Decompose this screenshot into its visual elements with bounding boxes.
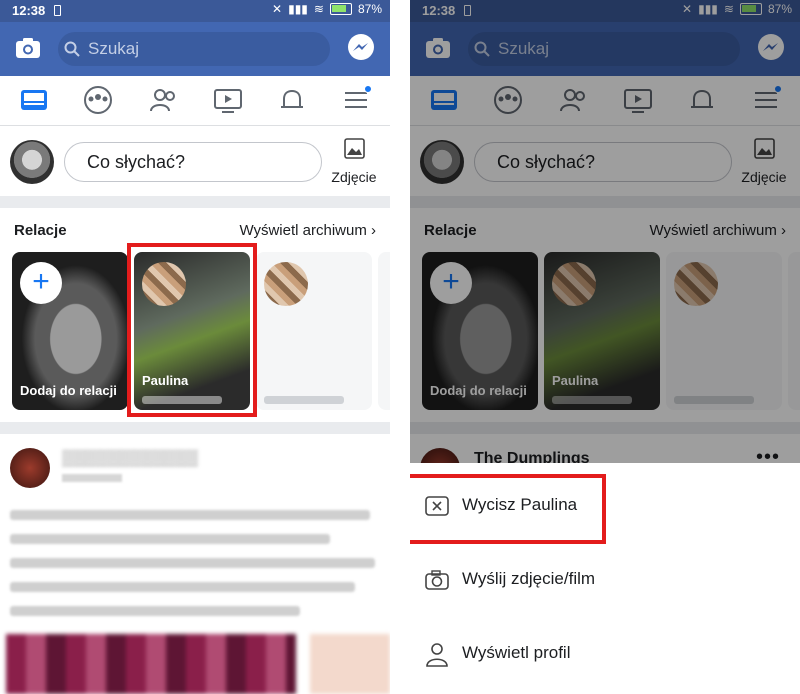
tab-menu[interactable] bbox=[340, 84, 372, 116]
left-screen: 12:38 ✕ ▮▮▮ ≋ 87% Szukaj Co słychać? Zdj… bbox=[0, 0, 390, 694]
add-story-card[interactable]: + Dodaj do relacji bbox=[12, 252, 128, 410]
photo-button[interactable]: Zdjęcie bbox=[326, 136, 382, 190]
post-text-blurred bbox=[10, 510, 370, 520]
post-text-blurred bbox=[10, 558, 375, 568]
search-icon bbox=[64, 41, 80, 57]
story-name-blurred bbox=[264, 396, 344, 404]
status-input[interactable]: Co słychać? bbox=[64, 142, 322, 182]
news-feed-icon bbox=[21, 90, 47, 110]
sim-icon bbox=[54, 5, 61, 16]
send-photo-item[interactable]: Wyślij zdjęcie/film bbox=[410, 551, 800, 611]
view-profile-item[interactable]: Wyświetl profil bbox=[410, 625, 800, 685]
separator bbox=[0, 422, 390, 434]
tab-notifications[interactable] bbox=[276, 84, 308, 116]
avatar[interactable] bbox=[10, 140, 54, 184]
bell-icon bbox=[281, 89, 303, 108]
watch-icon bbox=[214, 89, 242, 113]
divider-gap bbox=[390, 0, 410, 694]
highlight-box bbox=[410, 474, 606, 544]
post-text-blurred bbox=[10, 534, 330, 544]
tab-friends[interactable] bbox=[148, 84, 180, 116]
menu-badge bbox=[364, 85, 372, 93]
camera-icon[interactable] bbox=[14, 34, 42, 62]
separator bbox=[0, 196, 390, 208]
archive-label: Wyświetl archiwum bbox=[239, 222, 367, 239]
post-text-blurred bbox=[10, 606, 300, 616]
post-image-blurred[interactable] bbox=[310, 634, 390, 694]
camera-icon bbox=[425, 570, 449, 590]
post-title-blurred: ▒▒▒▒▒▒▒▒▒▒▒▒ bbox=[62, 450, 199, 467]
tab-groups[interactable] bbox=[82, 84, 114, 116]
stories-title: Relacje bbox=[14, 222, 67, 239]
feed-post: ▒▒▒▒▒▒▒▒▒▒▒▒ bbox=[0, 434, 390, 694]
search-placeholder: Szukaj bbox=[88, 39, 140, 58]
view-profile-label: Wyświetl profil bbox=[462, 643, 571, 662]
tab-news-feed[interactable] bbox=[18, 84, 50, 116]
messenger-icon[interactable] bbox=[346, 33, 376, 63]
status-time: 12:38 bbox=[12, 3, 46, 18]
photo-label: Zdjęcie bbox=[331, 169, 377, 185]
status-prompt: Co słychać? bbox=[87, 152, 186, 172]
post-meta-blurred bbox=[62, 474, 122, 482]
story-label: Dodaj do relacji bbox=[20, 383, 117, 398]
post-avatar[interactable] bbox=[10, 448, 50, 488]
plus-icon: + bbox=[20, 262, 62, 304]
person-icon bbox=[426, 643, 448, 667]
dim-overlay[interactable] bbox=[410, 0, 800, 463]
wifi-icon: ≋ bbox=[313, 2, 324, 16]
battery-icon bbox=[329, 3, 352, 15]
search-input[interactable]: Szukaj bbox=[58, 32, 330, 66]
nav-bar bbox=[0, 76, 390, 126]
system-icons: ✕ ▮▮▮ ≋ 87% bbox=[272, 2, 382, 16]
story-card[interactable] bbox=[256, 252, 372, 410]
post-text-blurred bbox=[10, 582, 355, 592]
highlight-box bbox=[127, 243, 257, 417]
post-image-blurred[interactable] bbox=[6, 634, 296, 694]
friends-icon bbox=[150, 89, 175, 112]
right-screen: 12:38 ✕ ▮▮▮ ≋ 87% Szukaj Co słychać? Zdj… bbox=[410, 0, 800, 694]
top-bar: Szukaj bbox=[0, 22, 390, 76]
story-avatar bbox=[264, 262, 308, 306]
battery-percent: 87% bbox=[357, 2, 382, 16]
archive-link[interactable]: Wyświetl archiwum › bbox=[239, 222, 376, 239]
photo-icon bbox=[344, 138, 365, 159]
story-card[interactable] bbox=[378, 252, 390, 410]
groups-icon bbox=[84, 86, 112, 114]
mute-icon: ✕ bbox=[272, 2, 283, 16]
signal-icon: ▮▮▮ bbox=[288, 2, 308, 16]
status-bar: 12:38 ✕ ▮▮▮ ≋ 87% bbox=[0, 0, 390, 22]
composer: Co słychać? Zdjęcie bbox=[0, 126, 390, 196]
tab-watch[interactable] bbox=[212, 84, 244, 116]
send-photo-label: Wyślij zdjęcie/film bbox=[462, 569, 596, 588]
